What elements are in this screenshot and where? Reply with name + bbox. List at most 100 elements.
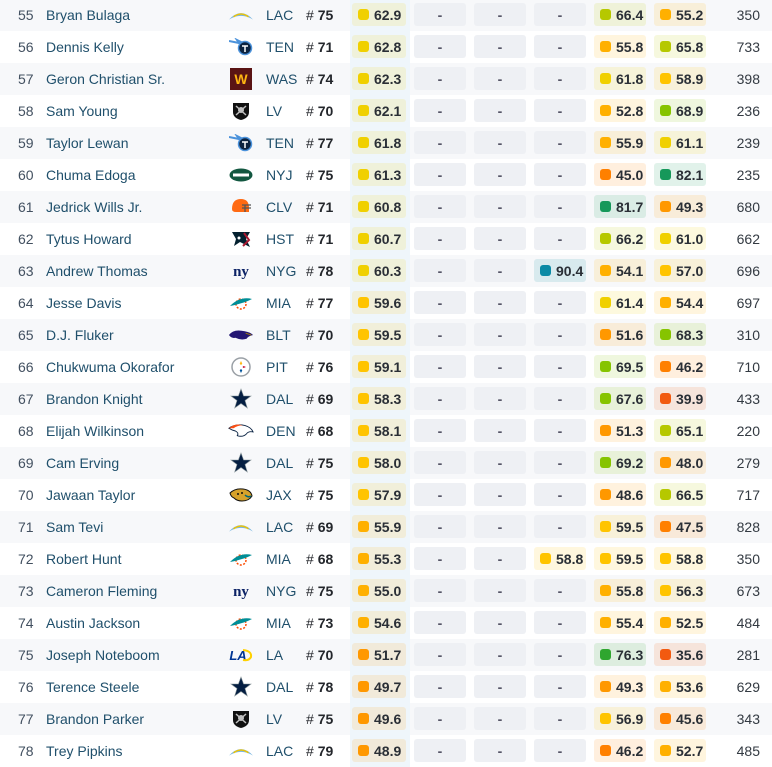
table-row[interactable]: 67 Brandon Knight DAL # 69 58.3 - - - 67…	[0, 383, 772, 415]
table-row[interactable]: 64 Jesse Davis MIA # 77 59.6 - - - 61.4 …	[0, 287, 772, 319]
grade-value: 68.9	[676, 102, 704, 119]
table-row[interactable]: 56 Dennis Kelly TEN # 71 62.8 - - - 55.8…	[0, 31, 772, 63]
player-grades-table: 55 Bryan Bulaga LAC # 75 62.9 - - - 66.4…	[0, 0, 772, 767]
table-row[interactable]: 55 Bryan Bulaga LAC # 75 62.9 - - - 66.4…	[0, 0, 772, 31]
player-name-link[interactable]: Sam Tevi	[46, 511, 103, 543]
player-name-link[interactable]: Joseph Noteboom	[46, 639, 160, 671]
player-name-link[interactable]: Cameron Fleming	[46, 575, 157, 607]
table-row[interactable]: 73 Cameron Fleming ny NYG # 75 55.0 - - …	[0, 575, 772, 607]
table-row[interactable]: 57 Geron Christian Sr. W WAS # 74 62.3 -…	[0, 63, 772, 95]
grade-value: 60.3	[374, 262, 402, 279]
grade-cell: 45.0	[594, 163, 646, 186]
table-row[interactable]: 76 Terence Steele DAL # 78 49.7 - - - 49…	[0, 671, 772, 703]
player-name-link[interactable]: Elijah Wilkinson	[46, 415, 144, 447]
table-row[interactable]: 71 Sam Tevi LAC # 69 55.9 - - - 59.5 47.…	[0, 511, 772, 543]
table-row[interactable]: 60 Chuma Edoga NYJ # 75 61.3 - - - 45.0 …	[0, 159, 772, 191]
grade-color-indicator-icon	[358, 73, 369, 84]
snap-count: 350	[736, 551, 760, 567]
grade-color-indicator-icon	[540, 265, 551, 276]
empty-grade-cell: -	[534, 67, 586, 90]
empty-grade-cell: -	[474, 227, 526, 250]
player-name-link[interactable]: D.J. Fluker	[46, 319, 114, 351]
grade-value: 55.8	[616, 582, 644, 599]
jersey-number: # 71	[306, 39, 334, 55]
overall-grade: 55.3	[352, 547, 406, 570]
grade-color-indicator-icon	[660, 393, 671, 404]
grade-cell: 51.3	[594, 419, 646, 442]
rank: 57	[18, 71, 34, 87]
empty-value: -	[437, 166, 443, 183]
grade-value: 58.0	[374, 454, 402, 471]
grade-value: 45.6	[676, 710, 704, 727]
empty-value: -	[497, 6, 503, 23]
rams-logo-icon: LA	[228, 645, 254, 665]
cowboys-logo-icon	[228, 676, 254, 697]
grade-color-indicator-icon	[358, 9, 369, 20]
player-name-link[interactable]: Chukwuma Okorafor	[46, 351, 174, 383]
empty-value: -	[437, 454, 443, 471]
grade-value: 52.8	[616, 102, 644, 119]
jersey-number: # 69	[306, 519, 334, 535]
player-name-link[interactable]: Jesse Davis	[46, 287, 121, 319]
grade-value: 59.5	[616, 518, 644, 535]
table-row[interactable]: 69 Cam Erving DAL # 75 58.0 - - - 69.2 4…	[0, 447, 772, 479]
empty-value: -	[557, 646, 563, 663]
snap-count: 680	[736, 199, 760, 215]
player-name-link[interactable]: Taylor Lewan	[46, 127, 129, 159]
table-row[interactable]: 62 Tytus Howard HST # 71 60.7 - - - 66.2…	[0, 223, 772, 255]
player-name-link[interactable]: Robert Hunt	[46, 543, 121, 575]
empty-value: -	[497, 102, 503, 119]
grade-color-indicator-icon	[600, 9, 611, 20]
player-name-link[interactable]: Trey Pipkins	[46, 735, 123, 767]
table-row[interactable]: 78 Trey Pipkins LAC # 79 48.9 - - - 46.2…	[0, 735, 772, 767]
grade-cell: 46.2	[594, 739, 646, 762]
player-name-link[interactable]: Geron Christian Sr.	[46, 63, 165, 95]
overall-grade: 48.9	[352, 739, 406, 762]
empty-value: -	[437, 646, 443, 663]
team-abbreviation: DAL	[266, 679, 294, 695]
snap-count: 733	[736, 39, 760, 55]
overall-grade: 62.3	[352, 67, 406, 90]
player-name-link[interactable]: Chuma Edoga	[46, 159, 136, 191]
table-row[interactable]: 61 Jedrick Wills Jr. CLV # 71 60.8 - - -…	[0, 191, 772, 223]
empty-value: -	[437, 358, 443, 375]
table-row[interactable]: 68 Elijah Wilkinson DEN # 68 58.1 - - - …	[0, 415, 772, 447]
player-name-link[interactable]: Andrew Thomas	[46, 255, 148, 287]
grade-cell: 61.1	[654, 131, 706, 154]
empty-grade-cell: -	[414, 707, 466, 730]
table-row[interactable]: 75 Joseph Noteboom LA LA # 70 51.7 - - -…	[0, 639, 772, 671]
player-name-link[interactable]: Bryan Bulaga	[46, 0, 130, 31]
table-row[interactable]: 74 Austin Jackson MIA # 73 54.6 - - - 55…	[0, 607, 772, 639]
browns-logo-icon	[228, 197, 254, 217]
jersey-number: # 76	[306, 359, 334, 375]
player-name-link[interactable]: Brandon Parker	[46, 703, 144, 735]
table-row[interactable]: 58 Sam Young LV # 70 62.1 - - - 52.8 68.…	[0, 95, 772, 127]
table-row[interactable]: 70 Jawaan Taylor JAX # 75 57.9 - - - 48.…	[0, 479, 772, 511]
player-name-link[interactable]: Dennis Kelly	[46, 31, 124, 63]
player-name-link[interactable]: Austin Jackson	[46, 607, 140, 639]
table-row[interactable]: 63 Andrew Thomas ny NYG # 78 60.3 - - 90…	[0, 255, 772, 287]
grade-color-indicator-icon	[600, 265, 611, 276]
grade-value: 61.3	[374, 166, 402, 183]
table-row[interactable]: 72 Robert Hunt MIA # 68 55.3 - - 58.8 59…	[0, 543, 772, 575]
grade-color-indicator-icon	[600, 73, 611, 84]
player-name-link[interactable]: Cam Erving	[46, 447, 119, 479]
player-name-link[interactable]: Jedrick Wills Jr.	[46, 191, 142, 223]
grade-value: 49.6	[374, 710, 402, 727]
player-name-link[interactable]: Terence Steele	[46, 671, 139, 703]
grade-cell: 58.8	[534, 547, 586, 570]
player-name-link[interactable]: Tytus Howard	[46, 223, 132, 255]
table-row[interactable]: 65 D.J. Fluker BLT # 70 59.5 - - - 51.6 …	[0, 319, 772, 351]
empty-value: -	[557, 518, 563, 535]
player-name-link[interactable]: Sam Young	[46, 95, 118, 127]
table-row[interactable]: 59 Taylor Lewan TEN # 77 61.8 - - - 55.9…	[0, 127, 772, 159]
dolphins-logo-icon	[228, 613, 254, 633]
table-row[interactable]: 77 Brandon Parker LV # 75 49.6 - - - 56.…	[0, 703, 772, 735]
empty-grade-cell: -	[534, 35, 586, 58]
grade-cell: 82.1	[654, 163, 706, 186]
empty-value: -	[497, 550, 503, 567]
player-name-link[interactable]: Brandon Knight	[46, 383, 143, 415]
player-name-link[interactable]: Jawaan Taylor	[46, 479, 135, 511]
grade-color-indicator-icon	[358, 585, 369, 596]
table-row[interactable]: 66 Chukwuma Okorafor PIT # 76 59.1 - - -…	[0, 351, 772, 383]
